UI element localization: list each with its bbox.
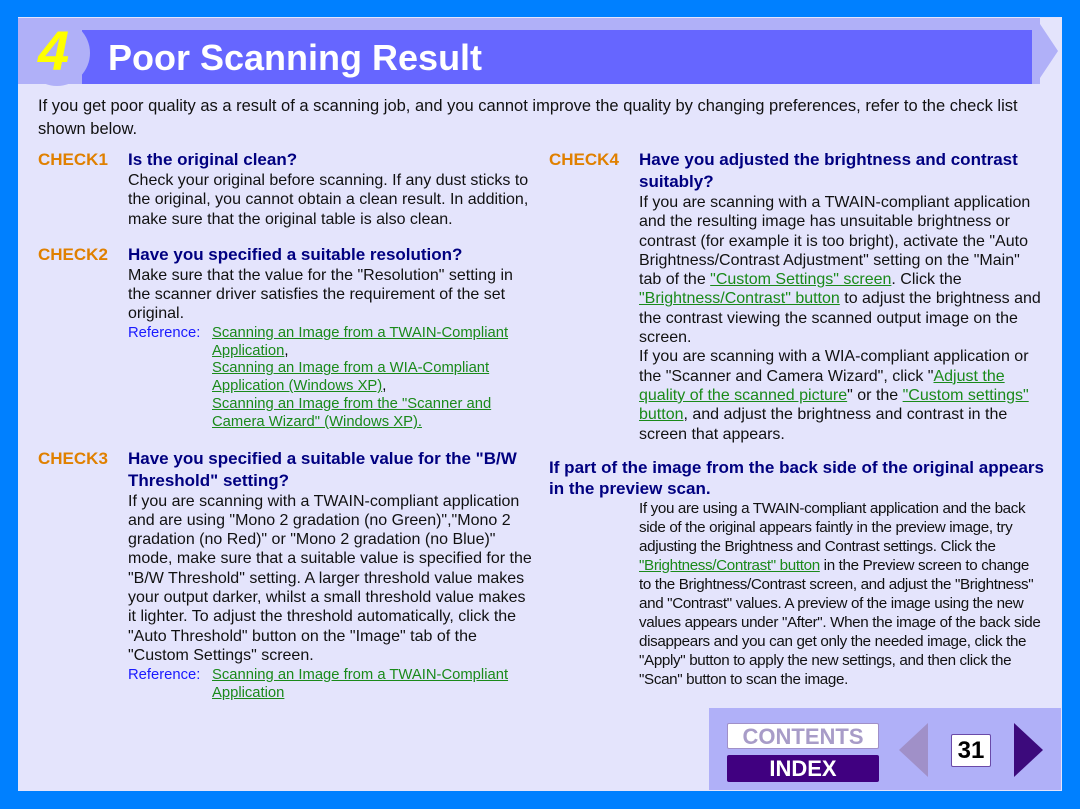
reference-list: Scanning an Image from a TWAIN-Compliant…: [212, 325, 533, 432]
check-4: CHECK4 Have you adjusted the brightness …: [549, 149, 1044, 444]
reference-block: Reference: Scanning an Image from a TWAI…: [128, 325, 533, 432]
check-body-wia: If you are scanning with a WIA-compliant…: [639, 348, 1029, 443]
reference-item: Scanning an Image from the "Scanner and …: [212, 396, 533, 432]
reference-link-twain[interactable]: Scanning an Image from a TWAIN-Compliant…: [212, 325, 508, 359]
custom-settings-screen-link[interactable]: "Custom Settings" screen: [710, 271, 891, 288]
reference-link-twain[interactable]: Scanning an Image from a TWAIN-Compliant…: [212, 667, 508, 701]
reference-block: Reference: Scanning an Image from a TWAI…: [128, 667, 533, 703]
page-title: Poor Scanning Result: [108, 37, 483, 78]
check-title: Have you specified a suitable resolution…: [128, 244, 463, 264]
brightness-contrast-button-link[interactable]: "Brightness/Contrast" button: [639, 290, 840, 307]
next-page-arrow-icon[interactable]: [1014, 723, 1043, 777]
reference-list: Scanning an Image from a TWAIN-Compliant…: [212, 667, 533, 703]
check-1: CHECK1 Is the original clean? Check your…: [38, 149, 533, 229]
check-title: Is the original clean?: [128, 150, 298, 169]
reference-label: Reference:: [128, 324, 201, 341]
check-title: Have you adjusted the brightness and con…: [639, 150, 1018, 191]
check-label: CHECK4: [549, 150, 619, 169]
check-3: CHECK3 Have you specified a suitable val…: [38, 448, 533, 703]
reference-item: Scanning an Image from a TWAIN-Compliant…: [212, 667, 533, 703]
check-2: CHECK2 Have you specified a suitable res…: [38, 244, 533, 432]
backside-title: If part of the image from the back side …: [549, 457, 1044, 498]
check-label: CHECK2: [38, 244, 108, 264]
page-number: 31: [951, 734, 991, 767]
intro-text: If you get poor quality as a result of a…: [38, 97, 1018, 138]
check-body: Check your original before scanning. If …: [128, 172, 529, 228]
check-body-twain: If you are scanning with a TWAIN-complia…: [639, 194, 1041, 347]
reference-item: Scanning an Image from a TWAIN-Compliant…: [212, 324, 509, 359]
left-column: CHECK1 Is the original clean? Check your…: [38, 149, 533, 703]
reference-label: Reference:: [128, 667, 201, 684]
reference-item: Scanning an Image from a WIA-Compliant A…: [212, 360, 490, 395]
chapter-number: 4: [38, 19, 70, 82]
index-button[interactable]: INDEX: [727, 755, 879, 782]
check-body: If you are scanning with a TWAIN-complia…: [128, 492, 532, 664]
right-column: CHECK4 Have you adjusted the brightness …: [549, 149, 1044, 689]
header-arrow-decoration: [1036, 18, 1058, 84]
reference-link-wizard[interactable]: Scanning an Image from the "Scanner and …: [212, 396, 491, 430]
backside-section: If part of the image from the back side …: [549, 457, 1044, 689]
check-label: CHECK1: [38, 150, 108, 169]
reference-link-wia[interactable]: Scanning an Image from a WIA-Compliant A…: [212, 360, 489, 394]
backside-body: If you are using a TWAIN-compliant appli…: [639, 499, 1041, 688]
check-label: CHECK3: [38, 448, 108, 468]
previous-page-arrow-icon[interactable]: [899, 723, 928, 777]
check-body: Make sure that the value for the "Resolu…: [128, 266, 513, 323]
brightness-contrast-button-link[interactable]: "Brightness/Contrast" button: [639, 557, 820, 574]
contents-button[interactable]: CONTENTS: [727, 723, 879, 749]
check-title: Have you specified a suitable value for …: [128, 448, 517, 490]
